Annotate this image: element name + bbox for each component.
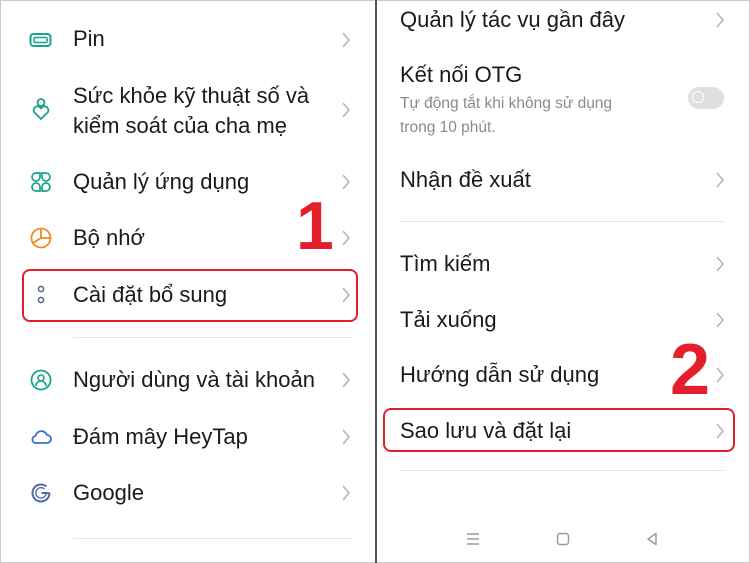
highlight-box [22,269,358,322]
settings-item-label: Quản lý tác vụ gần đây [400,7,626,32]
settings-item-label: Pin [73,26,105,51]
otg-toggle[interactable] [688,87,724,109]
chevron-right-icon [716,312,725,328]
chevron-right-icon [342,174,351,190]
chevron-right-icon [342,372,351,388]
settings-item-label: Tìm kiếm [400,251,491,276]
digital-wellbeing-icon [32,98,50,120]
section-divider [400,470,725,471]
toggle-knob [692,91,704,103]
cloud-icon [31,430,52,444]
settings-item-label: Nhận đề xuất [400,167,531,192]
chevron-right-icon [716,172,725,188]
chevron-right-icon [716,256,725,272]
settings-item-label: Kết nối OTG [400,62,523,87]
chevron-right-icon [342,102,351,118]
storage-icon [30,227,52,249]
settings-item-label: Google [73,480,144,505]
chevron-right-icon [342,485,351,501]
menu-nav-icon[interactable] [465,531,481,547]
home-nav-icon[interactable] [555,531,571,547]
app-management-icon [31,172,51,192]
chevron-right-icon [342,32,351,48]
settings-item-label: Người dùng và tài khoản [73,367,315,392]
settings-item-description-line2: trong 10 phút. [400,119,496,136]
settings-item-label: Hướng dẫn sử dụng [400,362,600,387]
settings-item-label-line2: kiểm soát của cha mẹ [73,113,287,138]
section-divider [73,538,353,539]
settings-item-label-line1: Sức khỏe kỹ thuật số và [73,83,310,108]
section-divider [73,337,353,338]
settings-item-label: Tải xuống [400,307,497,332]
chevron-right-icon [716,12,725,28]
chevron-right-icon [342,230,351,246]
battery-icon [29,33,52,47]
highlight-box [383,408,735,452]
chevron-right-icon [716,367,725,383]
section-divider [400,221,725,222]
settings-item-label: Đám mây HeyTap [73,424,248,449]
google-icon [31,483,51,503]
right-settings-panel: Quản lý tác vụ gần đây Kết nối OTG Tự độ… [377,0,750,563]
settings-item-label: Quản lý ứng dụng [73,169,250,194]
back-nav-icon[interactable] [644,531,660,547]
left-settings-panel: Pin Sức khỏe kỹ thuật số và kiểm soát củ… [0,0,375,563]
user-accounts-icon [30,369,52,391]
settings-item-description-line1: Tự động tắt khi không sử dụng [400,95,613,112]
settings-item-label: Bộ nhớ [73,225,145,250]
chevron-right-icon [342,429,351,445]
step-number-badge: 1 [296,188,334,264]
step-number-badge: 2 [670,330,711,410]
